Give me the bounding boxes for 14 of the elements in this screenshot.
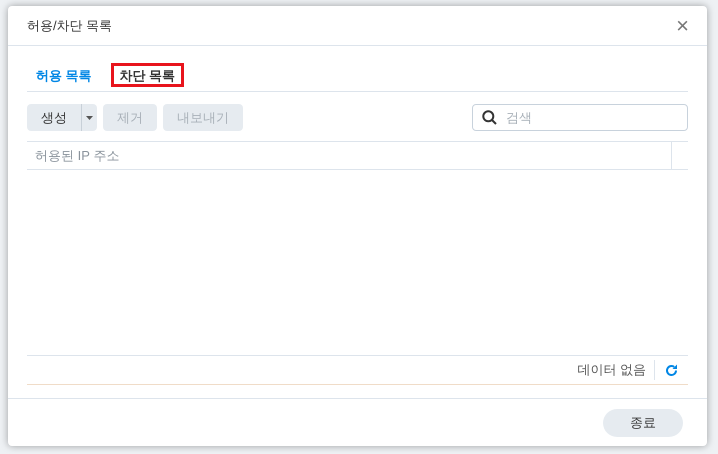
close-button[interactable]: × [676,14,689,36]
window-title: 허용/차단 목록 [27,16,112,35]
toolbar-button[interactable]: 생성 [27,104,81,131]
status-text: 데이터 없음 [577,360,655,380]
tab[interactable]: 허용 목록 [27,63,101,87]
search-icon [482,110,497,125]
dropdown-button[interactable] [81,104,97,131]
close-dialog-button[interactable]: 종료 [603,408,683,436]
tab[interactable]: 차단 목록 [110,63,184,87]
refresh-icon [665,364,678,376]
refresh-button[interactable] [665,364,678,376]
column-header: 허용된 IP 주소 [35,146,120,165]
search-field[interactable]: 검색 [472,104,688,131]
caret-icon [86,116,93,120]
